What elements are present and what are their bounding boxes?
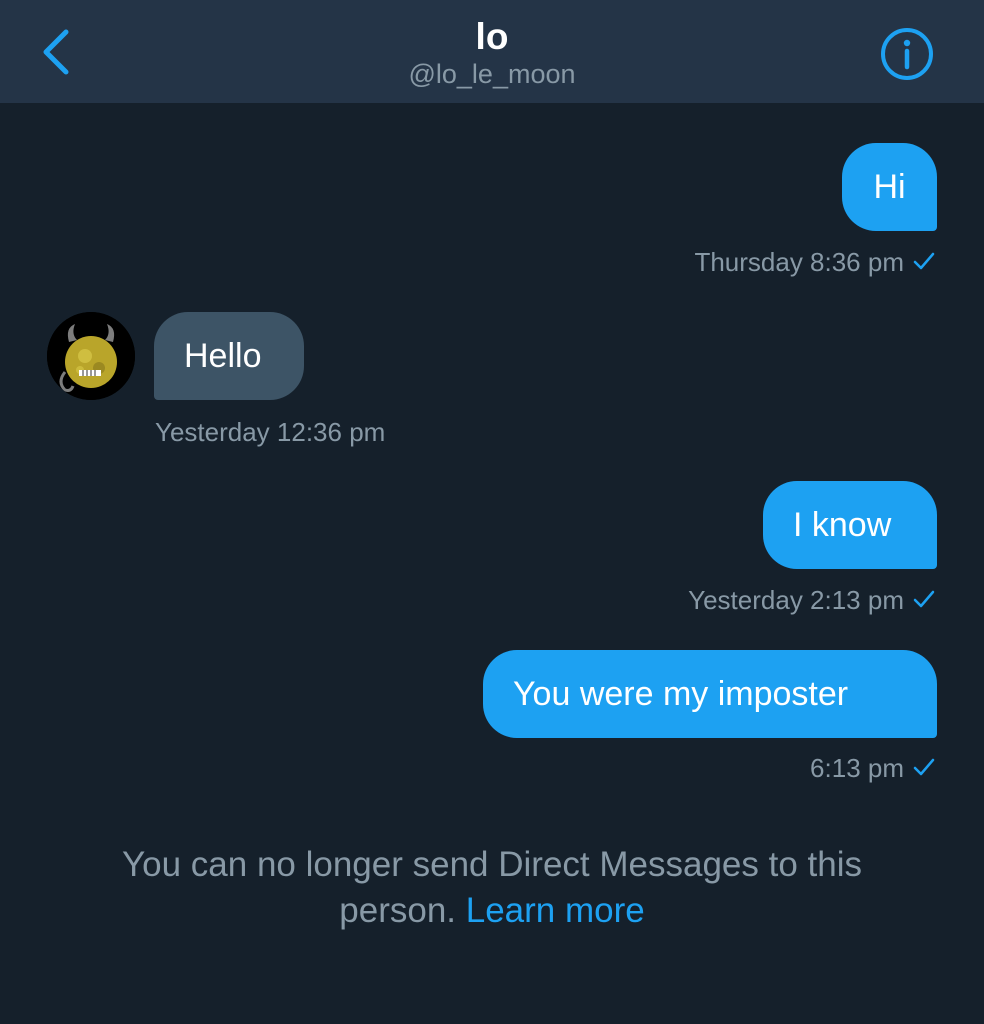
message-text: Hello <box>184 337 262 375</box>
contact-name: lo <box>475 16 509 57</box>
contact-avatar[interactable] <box>47 312 135 400</box>
read-check-icon <box>913 590 935 608</box>
read-check-icon <box>913 252 935 270</box>
message-bubble-sent[interactable]: Hi <box>842 143 937 231</box>
timestamp-text: Thursday 8:36 pm <box>694 247 904 277</box>
read-check-icon <box>913 758 935 776</box>
avatar-image <box>47 312 135 400</box>
timestamp-text: 6:13 pm <box>810 753 904 783</box>
message-bubble-sent[interactable]: I know <box>763 481 937 569</box>
message-text: You were my imposter <box>513 675 849 713</box>
message-bubble-sent[interactable]: You were my imposter <box>483 650 937 738</box>
dm-disabled-notice: You can no longer send Direct Messages t… <box>60 842 924 934</box>
message-text: Hi <box>873 168 906 206</box>
contact-handle: @lo_le_moon <box>408 59 576 89</box>
message-bubble-received[interactable]: Hello <box>154 312 304 400</box>
message-timestamp: Thursday 8:36 pm <box>694 246 936 278</box>
message-text: I know <box>793 506 892 544</box>
message-timestamp: Yesterday 12:36 pm <box>155 416 385 448</box>
message-timestamp: 6:13 pm <box>810 752 936 784</box>
message-timestamp: Yesterday 2:13 pm <box>688 584 936 616</box>
timestamp-text: Yesterday 12:36 pm <box>155 417 386 447</box>
conversation-header: lo @lo_le_moon <box>0 0 984 103</box>
timestamp-text: Yesterday 2:13 pm <box>688 585 904 615</box>
conversation-info-button[interactable] <box>878 25 938 81</box>
info-circle-icon <box>881 28 933 80</box>
conversation-title-block[interactable]: lo @lo_le_moon <box>0 14 984 90</box>
learn-more-link[interactable]: Learn more <box>466 891 645 930</box>
